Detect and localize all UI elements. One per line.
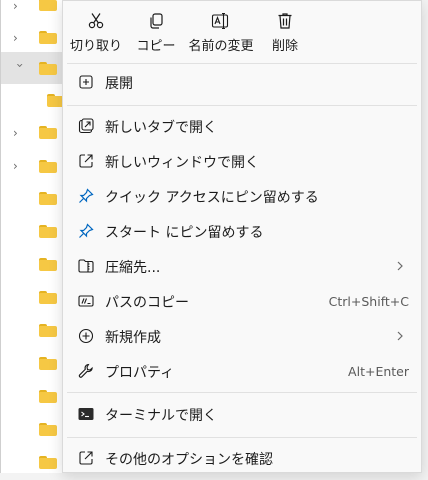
terminal-icon (77, 405, 95, 423)
folder-icon (39, 423, 57, 436)
menu-item-pin-quick-access[interactable]: クイック アクセスにピン留めする (67, 179, 417, 213)
tree-row[interactable] (1, 382, 71, 414)
folder-icon (39, 291, 57, 304)
chevron-right-icon (395, 260, 405, 272)
separator (67, 392, 417, 393)
zip-folder-icon (77, 257, 95, 275)
tree-row[interactable]: › (1, 152, 71, 184)
shortcut-text: Ctrl+Shift+C (328, 294, 409, 309)
chevron-down-icon[interactable]: › (13, 63, 27, 75)
tree-row[interactable] (1, 250, 71, 282)
menu-item-new[interactable]: 新規作成 (67, 319, 417, 353)
rename-button[interactable]: 名前の変更 (185, 1, 257, 59)
folder-icon (39, 225, 57, 238)
copy-path-icon (77, 292, 95, 310)
separator (67, 105, 417, 106)
tree-row[interactable] (1, 283, 71, 315)
menu-item-copy-path[interactable]: パスのコピー Ctrl+Shift+C (67, 284, 417, 318)
menu-item-label: ターミナルで開く (105, 408, 217, 424)
folder-icon (39, 160, 57, 173)
copy-button[interactable]: コピー (133, 1, 179, 59)
menu-item-label: 圧縮先... (105, 260, 161, 276)
folder-icon (39, 456, 57, 469)
chevron-right-icon[interactable]: › (13, 0, 25, 12)
rename-icon (211, 11, 231, 31)
new-tab-icon (77, 117, 95, 135)
plus-circle-icon (77, 327, 95, 345)
tree-row[interactable] (1, 448, 71, 480)
menu-item-label: 展開 (105, 76, 133, 92)
open-external-icon (77, 449, 95, 467)
trash-icon (275, 11, 295, 31)
tree-row[interactable] (1, 349, 71, 381)
scissors-icon (86, 11, 106, 31)
chevron-right-icon (395, 330, 405, 342)
menu-item-open-new-tab[interactable]: 新しいタブで開く (67, 109, 417, 143)
folder-icon (39, 192, 57, 205)
cut-label: 切り取り (69, 39, 122, 54)
delete-button[interactable]: 削除 (263, 1, 307, 59)
chevron-right-icon[interactable]: › (13, 160, 25, 172)
wrench-icon (77, 362, 95, 380)
context-menu: 切り取り コピー 名前の変更 削除 展開 新しいタブで開く 新しいウィンドウで開… (62, 0, 422, 473)
menu-item-label: パスのコピー (105, 295, 189, 311)
tree-row-selected[interactable]: › (1, 52, 71, 84)
copy-icon (146, 11, 166, 31)
tree-row[interactable] (1, 86, 71, 118)
menu-item-label: 新規作成 (105, 330, 161, 346)
tree-row[interactable]: › (1, 0, 71, 22)
menu-item-label: 新しいタブで開く (105, 120, 217, 136)
tree-row[interactable]: › (1, 22, 71, 54)
menu-item-more-options[interactable]: その他のオプションを確認 (67, 441, 417, 475)
tree-row[interactable]: › (1, 118, 71, 150)
tree-row[interactable] (1, 316, 71, 348)
context-menu-toolbar: 切り取り コピー 名前の変更 削除 (63, 1, 423, 63)
separator (67, 437, 417, 438)
folder-icon (39, 62, 57, 75)
menu-item-label: プロパティ (105, 365, 175, 381)
folder-icon (39, 0, 57, 11)
tree-row[interactable] (1, 184, 71, 216)
menu-item-pin-start[interactable]: スタート にピン留めする (67, 214, 417, 248)
open-external-icon (77, 152, 95, 170)
menu-item-compress[interactable]: 圧縮先... (67, 249, 417, 283)
menu-item-properties[interactable]: プロパティ Alt+Enter (67, 354, 417, 388)
folder-icon (39, 258, 57, 271)
separator (67, 63, 417, 64)
pin-icon (77, 222, 95, 240)
pin-icon (77, 187, 95, 205)
folder-icon (39, 357, 57, 370)
menu-item-label: 新しいウィンドウで開く (105, 155, 259, 171)
menu-item-open-terminal[interactable]: ターミナルで開く (67, 397, 417, 431)
rename-label: 名前の変更 (188, 39, 254, 54)
shortcut-text: Alt+Enter (348, 364, 409, 379)
folder-icon (39, 31, 57, 44)
tree-row[interactable] (1, 415, 71, 447)
plus-box-icon (77, 73, 95, 91)
folder-icon (39, 324, 57, 337)
menu-item-label: スタート にピン留めする (105, 225, 264, 241)
menu-item-label: その他のオプションを確認 (105, 452, 273, 468)
folder-icon (39, 390, 57, 403)
tree-row[interactable] (1, 217, 71, 249)
chevron-right-icon[interactable]: › (13, 127, 25, 139)
copy-label: コピー (136, 39, 176, 54)
navigation-tree: › › › › › (0, 0, 71, 473)
menu-item-expand[interactable]: 展開 (67, 65, 417, 99)
chevron-right-icon[interactable]: › (13, 32, 25, 44)
folder-icon (39, 126, 57, 139)
menu-item-open-new-window[interactable]: 新しいウィンドウで開く (67, 144, 417, 178)
cut-button[interactable]: 切り取り (67, 1, 125, 59)
menu-item-label: クイック アクセスにピン留めする (105, 190, 319, 206)
delete-label: 削除 (271, 39, 298, 54)
